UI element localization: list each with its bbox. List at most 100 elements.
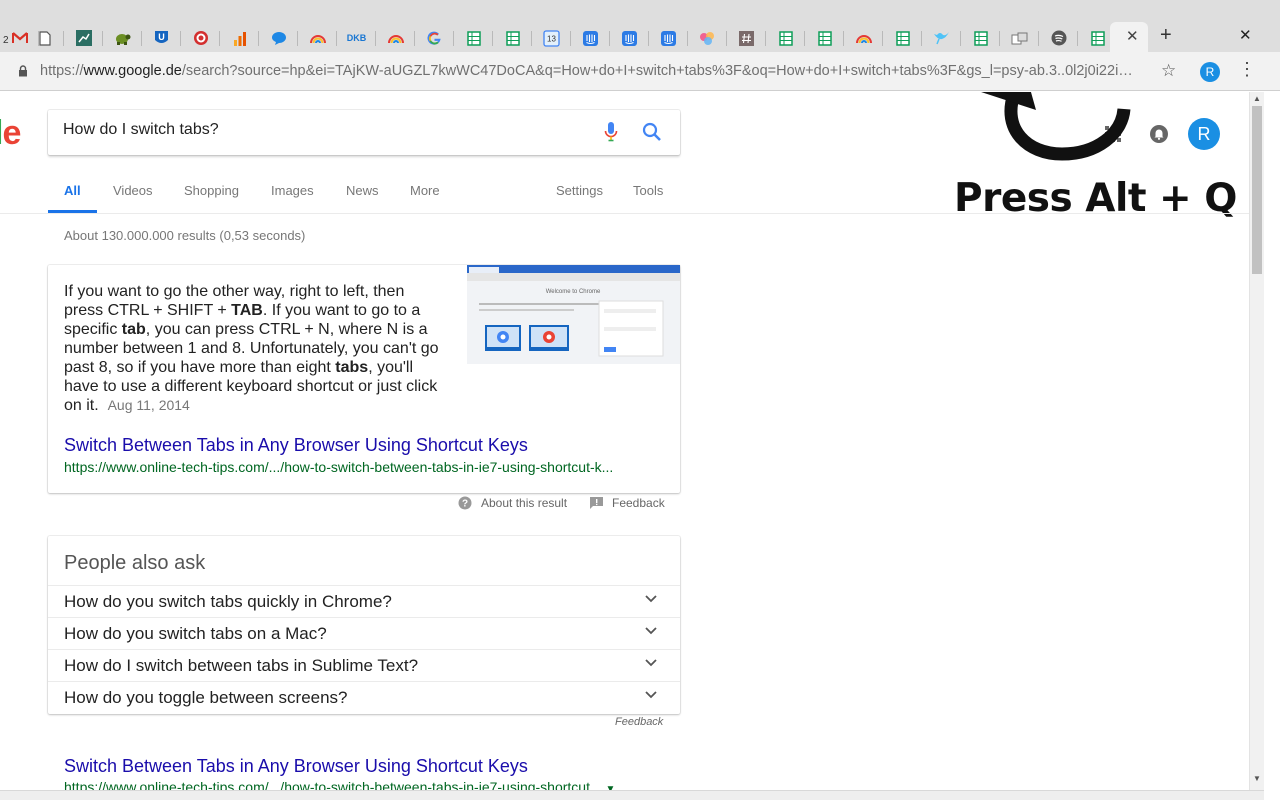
browser-menu-icon[interactable]: ⋮ — [1238, 60, 1256, 78]
tab-more[interactable]: More — [410, 183, 440, 198]
new-tab-button[interactable]: + — [1160, 24, 1172, 47]
extension-avatar[interactable]: R — [1200, 62, 1220, 82]
tab-google[interactable] — [415, 24, 454, 52]
notifications-bell-icon[interactable] — [1149, 124, 1169, 144]
tab-target[interactable] — [181, 24, 220, 52]
tab-close-icon[interactable]: ✕ — [1126, 27, 1139, 45]
scroll-down-arrow-icon[interactable]: ▼ — [1253, 774, 1261, 783]
window-close-button[interactable]: ✕ — [1239, 26, 1252, 44]
tab-spotify[interactable] — [1039, 24, 1078, 52]
tab-dkb[interactable]: DKB — [337, 24, 376, 52]
tab-videos[interactable]: Videos — [113, 183, 153, 198]
document-icon — [38, 30, 51, 46]
about-this-result-label: About this result — [481, 496, 568, 510]
snippet-text: If you want to go the other way, right t… — [64, 283, 439, 414]
tab-colorful[interactable] — [688, 24, 727, 52]
tab-tools[interactable]: Tools — [633, 183, 663, 198]
tab-turtle[interactable] — [103, 24, 142, 52]
tab-news[interactable]: News — [346, 183, 379, 198]
paa-question-text: How do you toggle between screens? — [64, 688, 348, 707]
people-also-ask: People also ask How do you switch tabs q… — [48, 536, 680, 714]
result-title-link[interactable]: Switch Between Tabs in Any Browser Using… — [64, 756, 528, 777]
tab-rainbow-2[interactable] — [376, 24, 415, 52]
curved-arrow-icon — [981, 92, 1131, 161]
paa-question[interactable]: How do you switch tabs quickly in Chrome… — [48, 585, 680, 617]
tab-document[interactable] — [25, 24, 64, 52]
svg-text:Welcome to Chrome: Welcome to Chrome — [546, 289, 601, 295]
microphone-icon[interactable] — [604, 122, 618, 143]
tab-active-google-search[interactable]: ✕ — [1110, 22, 1148, 52]
paa-feedback-link[interactable]: Feedback — [615, 716, 663, 728]
chevron-down-icon — [645, 627, 657, 635]
snippet-result-link[interactable]: Switch Between Tabs in Any Browser Using… — [64, 435, 528, 456]
chart-app-icon — [75, 30, 92, 46]
spreadsheet-icon — [1090, 30, 1105, 46]
featured-snippet: If you want to go the other way, right t… — [48, 265, 680, 493]
tab-rainbow[interactable] — [298, 24, 337, 52]
feedback-icon — [590, 497, 603, 509]
tab-all[interactable]: All — [64, 183, 81, 198]
paa-question-text: How do you switch tabs quickly in Chrome… — [64, 592, 392, 611]
spotify-icon — [1051, 30, 1066, 46]
search-icon[interactable] — [642, 122, 662, 142]
paa-question[interactable]: How do I switch between tabs in Sublime … — [48, 649, 680, 681]
tab-shopping[interactable]: Shopping — [184, 183, 239, 198]
paa-question[interactable]: How do you switch tabs on a Mac? — [48, 617, 680, 649]
tab-sheets-5[interactable] — [883, 24, 922, 52]
snippet-date: Aug 11, 2014 — [107, 397, 190, 413]
tab-sheets-6[interactable] — [961, 24, 1000, 52]
tab-bird[interactable] — [922, 24, 961, 52]
tab-chat[interactable] — [259, 24, 298, 52]
tab-hash[interactable] — [727, 24, 766, 52]
search-nav-tabs: All Videos Shopping Images News More Set… — [0, 176, 1249, 214]
target-icon — [193, 31, 208, 45]
paa-question-text: How do you switch tabs on a Mac? — [64, 624, 327, 643]
spreadsheet-icon — [895, 30, 910, 46]
tab-sheets-4[interactable] — [805, 24, 844, 52]
search-box — [48, 110, 680, 155]
spreadsheet-icon — [505, 30, 520, 46]
tab-intercom-1[interactable] — [571, 24, 610, 52]
about-this-result[interactable]: ? About this result — [458, 496, 567, 510]
tab-sheets-2[interactable] — [493, 24, 532, 52]
tab-chart-app[interactable] — [64, 24, 103, 52]
tab-intercom-2[interactable] — [610, 24, 649, 52]
people-also-ask-title: People also ask — [64, 552, 206, 574]
windows-icon — [1011, 32, 1028, 44]
rainbow-icon — [387, 35, 404, 43]
tab-images[interactable]: Images — [271, 183, 314, 198]
tab-sheets-1[interactable] — [454, 24, 493, 52]
svg-text:U: U — [158, 32, 165, 42]
google-g-icon — [427, 31, 441, 45]
result-stats: About 130.000.000 results (0,53 seconds) — [64, 228, 306, 243]
tab-analytics[interactable] — [220, 24, 259, 52]
scroll-up-arrow-icon[interactable]: ▲ — [1253, 94, 1261, 103]
rainbow-icon — [855, 35, 872, 43]
account-avatar[interactable]: R — [1188, 118, 1220, 150]
snippet-thumbnail[interactable]: Welcome to Chrome — [467, 265, 680, 364]
tab-rainbow-3[interactable] — [844, 24, 883, 52]
intercom-icon — [583, 30, 598, 46]
tab-windows[interactable] — [1000, 24, 1039, 52]
intercom-icon — [661, 30, 676, 46]
scrollbar-thumb[interactable] — [1252, 106, 1262, 274]
help-circle-icon: ? — [458, 496, 472, 510]
page-scrollbar[interactable]: ▲ ▼ — [1249, 92, 1264, 790]
tab-u-app[interactable]: U — [142, 24, 181, 52]
spreadsheet-icon — [466, 30, 481, 46]
calendar-icon: 13 — [543, 29, 560, 47]
tab-settings[interactable]: Settings — [556, 183, 603, 198]
spreadsheet-icon — [973, 30, 988, 46]
bookmark-star-icon[interactable]: ☆ — [1161, 61, 1176, 81]
tab-intercom-3[interactable] — [649, 24, 688, 52]
paa-question[interactable]: How do you toggle between screens? — [48, 681, 680, 713]
google-logo[interactable]: le — [0, 114, 21, 153]
paa-question-text: How do I switch between tabs in Sublime … — [64, 656, 419, 675]
tab-calendar[interactable]: 13 — [532, 24, 571, 52]
tab-sheets-3[interactable] — [766, 24, 805, 52]
search-input[interactable] — [63, 121, 583, 139]
browser-tab-strip: 2 U DKB 13 ✕ + ✕ — [0, 0, 1280, 52]
snippet-feedback[interactable]: Feedback — [590, 496, 665, 510]
window-bottom-edge — [0, 790, 1264, 800]
address-bar[interactable]: https://www.google.de/search?source=hp&e… — [40, 63, 1145, 79]
